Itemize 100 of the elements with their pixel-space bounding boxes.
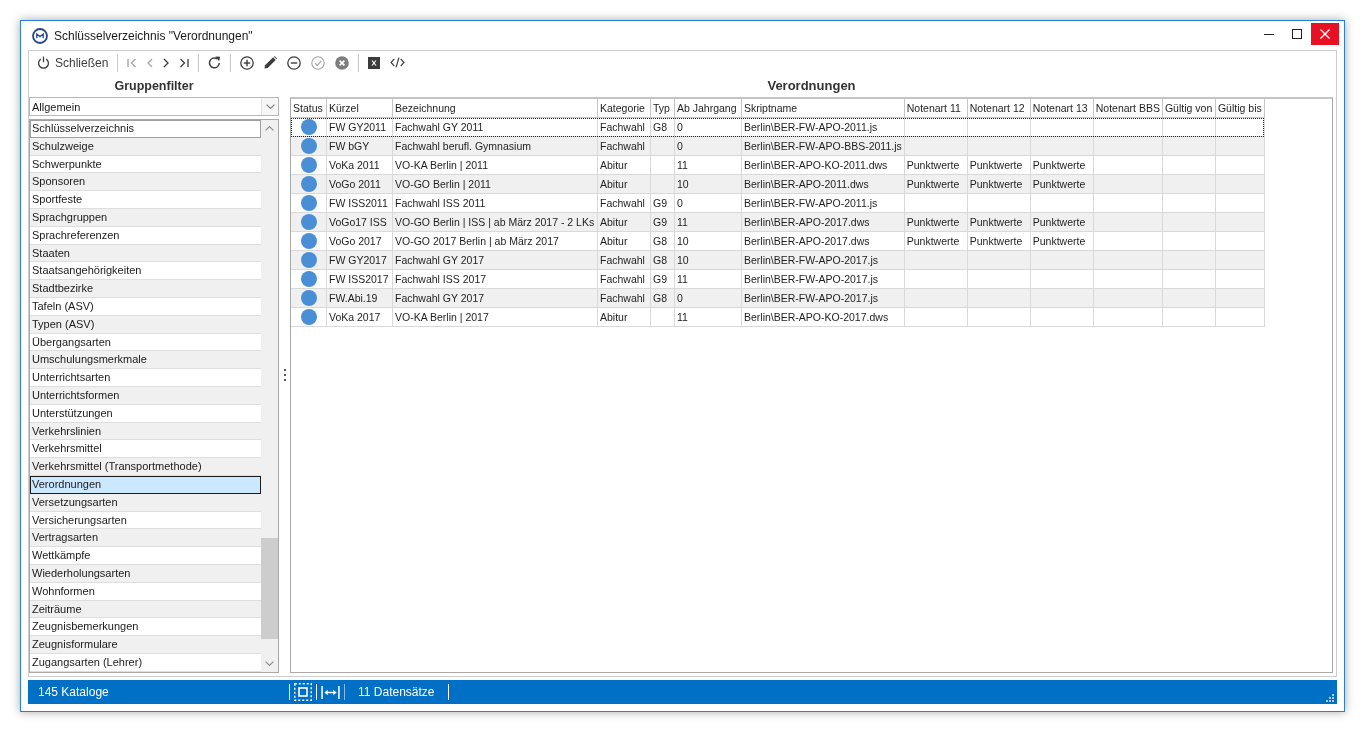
scrollbar-thumb[interactable] (261, 538, 278, 640)
chevron-up-icon[interactable] (265, 126, 274, 131)
table-row[interactable]: VoKa 2011 VO-KA Berlin | 2011 Abitur 11 Berlin\BER-APO-KO-2011.dws Punktwerte Punktwerte Punktwerte (291, 155, 1265, 175)
table-cell: Berlin\BER-APO-KO-2011.dws (741, 155, 905, 175)
power-icon (37, 56, 50, 69)
table-cell: VoKa 2011 (326, 155, 393, 175)
window-title: Schlüsselverzeichnis "Verordnungen" (54, 28, 253, 43)
table-cell: Punktwerte (1030, 155, 1094, 175)
table-cell: Abitur (597, 231, 651, 251)
skip-start-icon (127, 57, 138, 68)
group-filter-dropdown[interactable]: Allgemein (29, 97, 279, 116)
column-header[interactable]: Skriptname (741, 99, 905, 118)
table-row[interactable]: VoGo 2017 VO-GO 2017 Berlin | ab März 2017 Abitur G8 10 Berlin\BER-APO-2017.dws Punktwerte Punktwerte Punktwerte (291, 231, 1265, 251)
panel-title: Verordnungen (767, 77, 856, 95)
chevron-left-icon (147, 57, 154, 68)
table-cell: Abitur (597, 307, 651, 327)
table-cell: Fachwahl ISS 2011 (392, 193, 598, 213)
column-header[interactable]: Bezeichnung (392, 99, 598, 118)
column-header[interactable]: Kategorie (597, 99, 651, 118)
table-cell: FW ISS2017 (326, 269, 393, 289)
table-cell: 11 (674, 307, 742, 327)
list-item[interactable]: Schlüsselverzeichnis (30, 120, 261, 138)
table-row[interactable]: FW bGY Fachwahl berufl. Gymnasium Fachwahl 0 Berlin\BER-FW-APO-BBS-2011.js (291, 136, 1265, 156)
x-circle-icon (335, 55, 350, 70)
table-row[interactable]: FW GY2017 Fachwahl GY 2017 Fachwahl G8 10 Berlin\BER-FW-APO-2017.js (291, 250, 1265, 270)
table-row[interactable]: VoKa 2017 VO-KA Berlin | 2017 Abitur 11 Berlin\BER-APO-KO-2017.dws (291, 307, 1265, 327)
record-count: 11 Datensätze (358, 685, 435, 699)
table-cell: VO-KA Berlin | 2011 (392, 155, 598, 175)
table-cell: 0 (674, 193, 742, 213)
list-item[interactable]: Stadtbezirke (30, 280, 261, 298)
column-header[interactable]: Notenart 11 (904, 99, 968, 118)
skip-end-icon (179, 57, 190, 68)
column-header[interactable]: Ab Jahrgang (674, 99, 742, 118)
table-cell: VO-GO 2017 Berlin | ab März 2017 (392, 231, 598, 251)
table-cell: Berlin\BER-APO-KO-2017.dws (741, 307, 905, 327)
table-row[interactable]: VoGo17 ISS VO-GO Berlin | ISS | ab März 2017 - 2 LKs Abitur G9 11 Berlin\BER-APO-2017.dws Punktwerte Punktwerte Punktwerte (291, 212, 1265, 232)
table-cell: G9 (650, 269, 675, 289)
table-row[interactable]: FW.Abi.19 Fachwahl GY 2017 Fachwahl G8 0 Berlin\BER-FW-APO-2017.js (291, 288, 1265, 308)
table-cell: VoGo 2017 (326, 231, 393, 251)
table-cell: G8 (650, 231, 675, 251)
list-item[interactable]: Umschulungsmerkmale (30, 351, 261, 370)
column-header[interactable]: Notenart 13 (1030, 99, 1094, 118)
table-cell: Fachwahl (597, 269, 651, 289)
table-cell: Berlin\BER-APO-2017.dws (741, 231, 905, 251)
plus-circle-icon (240, 55, 255, 70)
list-item[interactable]: Verkehrsmittel (Transportmethode) (30, 458, 261, 476)
table-cell: Abitur (597, 155, 651, 175)
chevron-down-icon (265, 104, 275, 109)
table-cell: FW GY2011 (326, 117, 393, 137)
horizontal-arrows-icon[interactable] (321, 684, 340, 700)
table-row[interactable]: FW ISS2017 Fachwahl ISS 2017 Fachwahl G9 11 Berlin\BER-FW-APO-2017.js (291, 269, 1265, 289)
resize-grip-icon[interactable] (1326, 694, 1334, 702)
list-item[interactable]: Vertragsarten (30, 529, 261, 548)
table-cell: Berlin\BER-FW-APO-2011.js (741, 193, 905, 213)
table-cell: Berlin\BER-FW-APO-2017.js (741, 269, 905, 289)
close-icon (1320, 29, 1330, 39)
table-cell: VoKa 2017 (326, 307, 393, 327)
pencil-icon (264, 56, 278, 69)
list-item[interactable]: Sponsoren (30, 173, 261, 192)
table-row[interactable]: VoGo 2011 VO-GO Berlin | 2011 Abitur 10 Berlin\BER-APO-2011.dws Punktwerte Punktwerte Punktwerte (291, 174, 1265, 194)
table-cell: Fachwahl (597, 117, 651, 137)
catalog-count: 145 Kataloge (38, 685, 109, 699)
splitter-handle-icon[interactable] (283, 369, 286, 381)
table-cell: 0 (674, 117, 742, 137)
chevron-right-icon (163, 57, 170, 68)
minimize-icon (1264, 33, 1274, 35)
table-cell: Fachwahl GY 2011 (392, 117, 598, 137)
column-header[interactable]: Typ (650, 99, 675, 118)
list-item[interactable]: Zeugnisformulare (30, 636, 261, 654)
panel-title: Gruppenfilter (114, 78, 194, 95)
maximize-icon (1292, 29, 1302, 39)
table-cell: 11 (674, 269, 742, 289)
code-icon (390, 57, 406, 68)
table-row[interactable]: FW ISS2011 Fachwahl ISS 2011 Fachwahl G9 0 Berlin\BER-FW-APO-2011.js (291, 193, 1265, 213)
column-header[interactable]: Gültig von (1162, 99, 1216, 118)
column-header[interactable]: Status (291, 99, 327, 118)
close-button[interactable]: Schließen (32, 52, 114, 73)
column-header[interactable]: Gültig bis (1215, 99, 1265, 118)
column-header[interactable]: Notenart BBS (1093, 99, 1163, 118)
table-row[interactable]: FW GY2011 Fachwahl GY 2011 Fachwahl G8 0 Berlin\BER-FW-APO-2011.js (291, 117, 1265, 137)
table-cell: FW ISS2011 (326, 193, 393, 213)
chevron-down-icon[interactable] (265, 661, 274, 666)
column-header[interactable]: Notenart 12 (967, 99, 1031, 118)
table-cell: Punktwerte (967, 231, 1031, 251)
table-cell: Punktwerte (904, 155, 968, 175)
table-cell: Punktwerte (1030, 231, 1094, 251)
dashed-frame-icon[interactable] (294, 683, 312, 701)
logo-icon (32, 27, 48, 44)
table-cell: 11 (674, 155, 742, 175)
check-circle-icon (311, 55, 326, 70)
minus-circle-icon (287, 55, 302, 70)
window-close-button[interactable] (1311, 23, 1339, 45)
table-cell: G8 (650, 117, 675, 137)
x-tile-icon (368, 56, 381, 69)
column-header[interactable]: Kürzel (326, 99, 393, 118)
table-cell: G9 (650, 193, 675, 213)
table-cell: Fachwahl (597, 193, 651, 213)
scrollbar-track[interactable] (261, 120, 278, 672)
table-cell: 10 (674, 231, 742, 251)
refresh-icon (208, 56, 222, 69)
